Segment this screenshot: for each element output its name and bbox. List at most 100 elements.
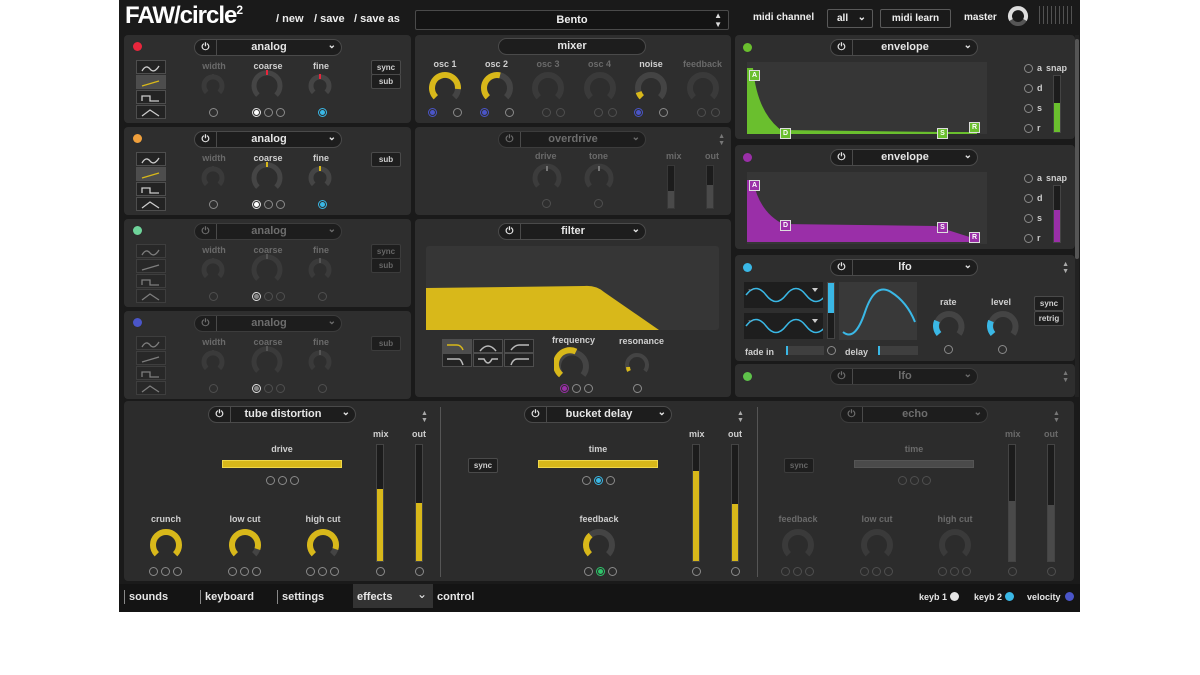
waveform-button[interactable] bbox=[136, 167, 166, 181]
mod-slot[interactable] bbox=[659, 108, 668, 117]
new-button[interactable]: / new bbox=[276, 13, 304, 25]
out-slider[interactable] bbox=[706, 165, 714, 209]
sub-button[interactable]: sub bbox=[371, 152, 401, 167]
mod-slot[interactable] bbox=[306, 567, 315, 576]
effect-header[interactable]: ⏻echo⌄ bbox=[840, 406, 988, 423]
tab-keyboard[interactable]: keyboard bbox=[205, 591, 254, 603]
out-slider[interactable] bbox=[1047, 444, 1055, 562]
mod-slot[interactable] bbox=[884, 567, 893, 576]
envelope-header[interactable]: ⏻envelope⌄ bbox=[830, 149, 978, 166]
coarse-knob[interactable] bbox=[250, 69, 284, 108]
waveform-button[interactable] bbox=[136, 381, 166, 395]
mod-slot[interactable] bbox=[330, 567, 339, 576]
sub-button[interactable]: sub bbox=[371, 258, 401, 273]
save-as-button[interactable]: / save as bbox=[354, 13, 400, 25]
effect-header[interactable]: ⏻tube distortion⌄ bbox=[208, 406, 356, 423]
coarse-knob[interactable] bbox=[250, 161, 284, 200]
mod-slot[interactable] bbox=[264, 292, 273, 301]
mod-slot[interactable] bbox=[480, 108, 489, 117]
power-icon[interactable]: ⏻ bbox=[831, 150, 853, 165]
resonance-knob[interactable] bbox=[624, 351, 650, 377]
feedback-knob[interactable] bbox=[582, 528, 616, 567]
reorder-icon[interactable]: ▲▼ bbox=[1062, 261, 1069, 275]
envelope-point-handle[interactable]: S bbox=[937, 128, 948, 139]
width-knob[interactable] bbox=[200, 257, 226, 288]
lfo-mix-slider[interactable] bbox=[827, 282, 835, 339]
coarse-knob[interactable] bbox=[250, 345, 284, 384]
mod-slot[interactable] bbox=[572, 384, 581, 393]
waveform-button[interactable] bbox=[136, 274, 166, 288]
waveform-button[interactable] bbox=[136, 244, 166, 258]
mod-slot[interactable] bbox=[252, 567, 261, 576]
reorder-icon[interactable]: ▲▼ bbox=[1053, 410, 1060, 424]
oscillator-header[interactable]: ⏻analog⌄ bbox=[194, 315, 342, 332]
mod-slot[interactable] bbox=[697, 108, 706, 117]
mod-slot[interactable] bbox=[264, 384, 273, 393]
filter-curve-display[interactable] bbox=[426, 246, 719, 330]
power-icon[interactable]: ⏻ bbox=[499, 132, 521, 147]
mod-slot[interactable] bbox=[608, 108, 617, 117]
oscillator-header[interactable]: ⏻analog⌄ bbox=[194, 223, 342, 240]
lowpass2-mode-button[interactable] bbox=[442, 353, 472, 367]
envelope-graph[interactable] bbox=[747, 62, 987, 134]
waveform-button[interactable] bbox=[136, 351, 166, 365]
mod-slot[interactable] bbox=[781, 567, 790, 576]
mod-slot[interactable] bbox=[584, 384, 593, 393]
tab-effects[interactable]: effects bbox=[357, 591, 392, 603]
lfo-wave-selector-1[interactable]: ↔ bbox=[744, 282, 823, 308]
high-cut-knob[interactable] bbox=[306, 528, 340, 567]
mod-slot[interactable] bbox=[264, 200, 273, 209]
power-icon[interactable]: ⏻ bbox=[209, 407, 231, 422]
width-knob[interactable] bbox=[200, 165, 226, 196]
envelope-point-handle[interactable]: S bbox=[937, 222, 948, 233]
sub-button[interactable]: sub bbox=[371, 74, 401, 89]
mix-slider[interactable] bbox=[667, 165, 675, 209]
delay-slider[interactable] bbox=[878, 346, 918, 355]
effect-main-slider[interactable] bbox=[538, 460, 658, 468]
out-slider[interactable] bbox=[415, 444, 423, 562]
mod-slot[interactable] bbox=[266, 476, 275, 485]
mod-slot[interactable] bbox=[633, 384, 642, 393]
lfo-wave-selector-2[interactable]: ↔ bbox=[744, 313, 823, 339]
width-knob[interactable] bbox=[200, 73, 226, 104]
mod-slot[interactable] bbox=[290, 476, 299, 485]
mixer-level-knob[interactable] bbox=[428, 71, 462, 110]
mod-slot[interactable] bbox=[827, 346, 836, 355]
mod-slot[interactable] bbox=[608, 567, 617, 576]
mod-slot[interactable] bbox=[634, 108, 643, 117]
mod-slot[interactable] bbox=[276, 384, 285, 393]
stage-a-radio[interactable] bbox=[1024, 64, 1033, 73]
high-cut-knob[interactable] bbox=[938, 528, 972, 567]
width-knob[interactable] bbox=[200, 349, 226, 380]
mixer-level-knob[interactable] bbox=[634, 71, 668, 110]
mod-slot[interactable] bbox=[240, 567, 249, 576]
sync-button[interactable]: sync bbox=[371, 244, 401, 259]
power-icon[interactable]: ⏻ bbox=[525, 407, 547, 422]
mod-slot[interactable] bbox=[594, 199, 603, 208]
mod-slot[interactable] bbox=[264, 108, 273, 117]
waveform-button[interactable] bbox=[136, 197, 166, 211]
mod-slot[interactable] bbox=[318, 200, 327, 209]
mod-slot[interactable] bbox=[731, 567, 740, 576]
power-icon[interactable]: ⏻ bbox=[841, 407, 863, 422]
power-icon[interactable]: ⏻ bbox=[195, 224, 217, 239]
waveform-button[interactable] bbox=[136, 60, 166, 74]
preset-stepper-icon[interactable]: ▲▼ bbox=[714, 11, 722, 29]
rate-knob[interactable] bbox=[933, 309, 965, 341]
mod-slot[interactable] bbox=[542, 199, 551, 208]
mixer-level-knob[interactable] bbox=[583, 71, 617, 110]
reorder-icon[interactable]: ▲▼ bbox=[737, 410, 744, 424]
waveform-button[interactable] bbox=[136, 152, 166, 166]
midi-channel-select[interactable]: all ⌄ bbox=[827, 9, 873, 28]
fine-knob[interactable] bbox=[307, 73, 333, 104]
bandpass-mode-button[interactable] bbox=[473, 339, 503, 353]
tone-knob[interactable] bbox=[584, 163, 614, 193]
mod-slot[interactable] bbox=[318, 292, 327, 301]
mod-slot[interactable] bbox=[542, 108, 551, 117]
envelope-point-handle[interactable]: D bbox=[780, 220, 791, 231]
tab-control[interactable]: control bbox=[437, 591, 474, 603]
filter-header[interactable]: ⏻ filter ⌄ bbox=[498, 223, 646, 240]
frequency-knob[interactable] bbox=[554, 347, 590, 383]
drive-knob[interactable] bbox=[532, 163, 562, 193]
mod-slot[interactable] bbox=[209, 384, 218, 393]
